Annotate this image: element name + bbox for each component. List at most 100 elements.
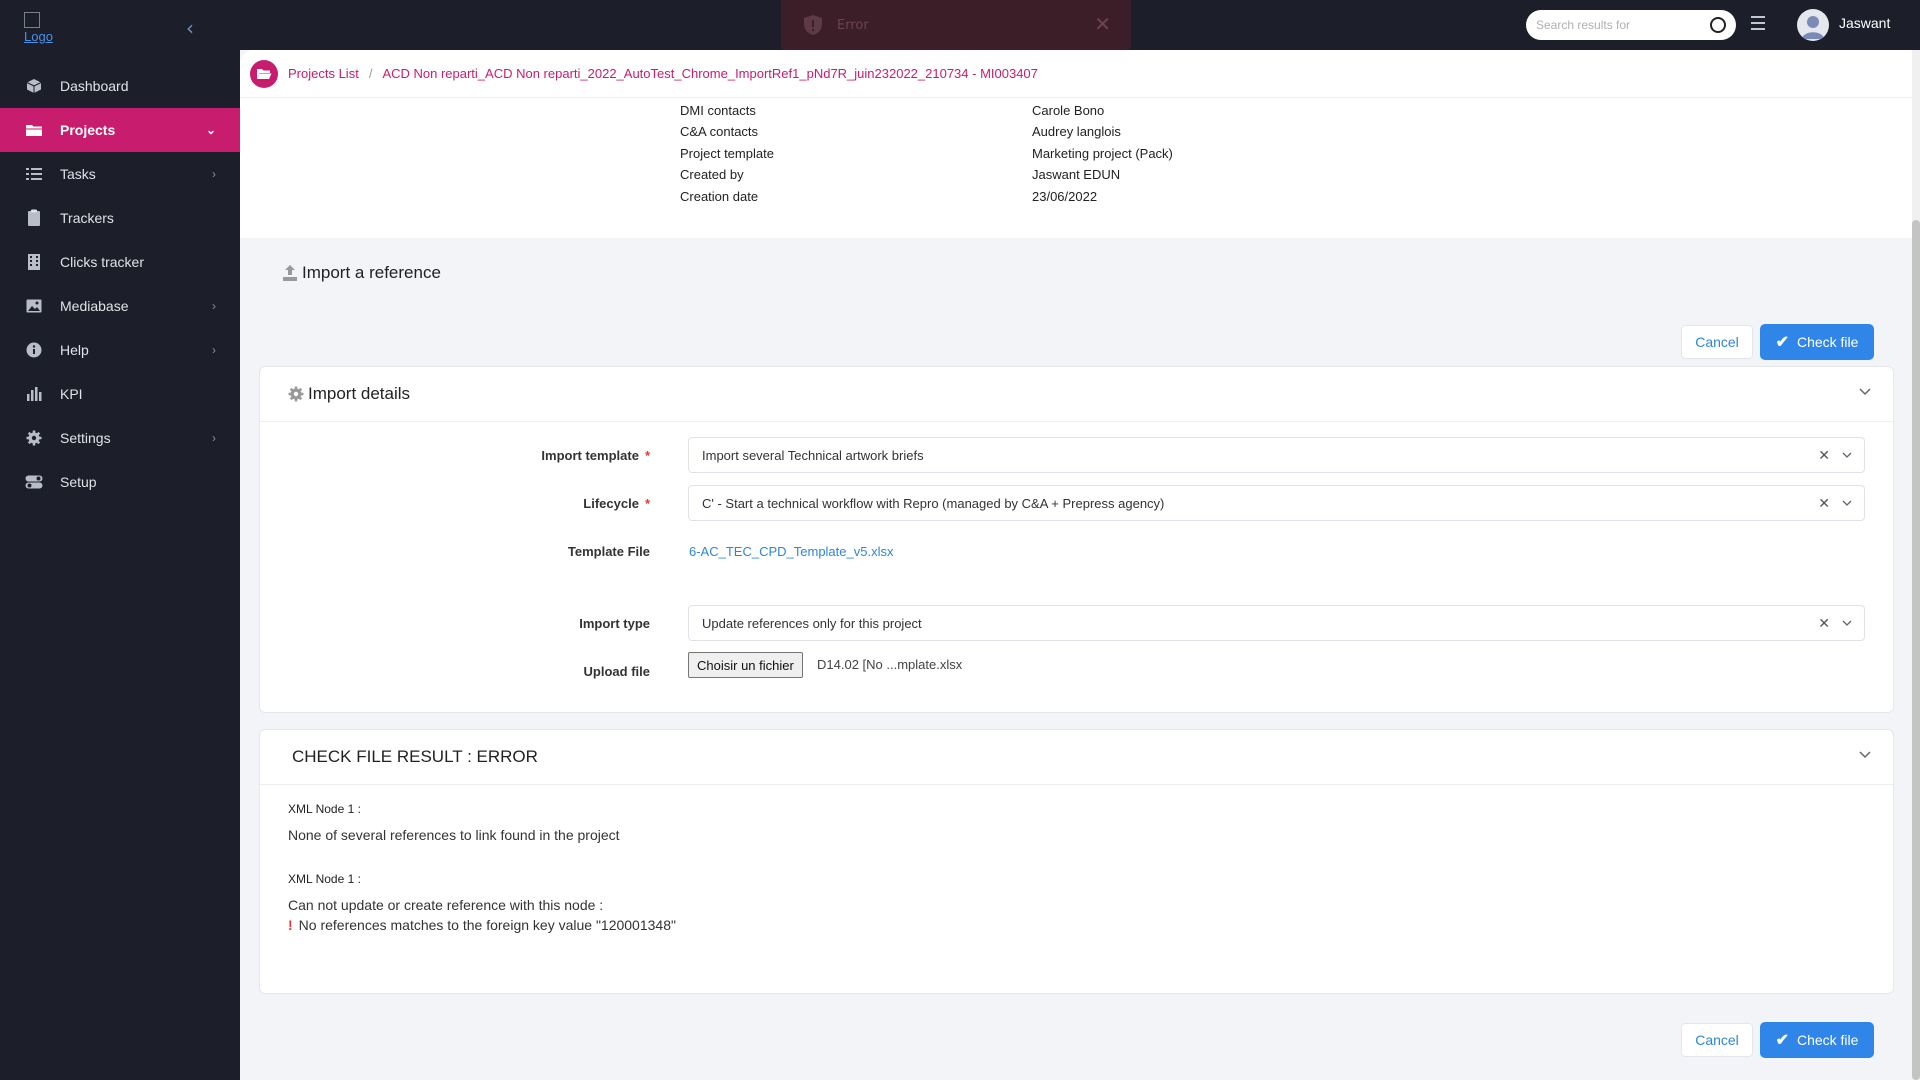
choose-file-button[interactable]: Choisir un fichier [688,652,803,678]
chevron-down-icon[interactable] [1842,498,1852,508]
sidebar-item-help[interactable]: Help › [0,328,240,372]
chevron-down-icon[interactable] [1842,450,1852,460]
sidebar-item-tasks[interactable]: Tasks › [0,152,240,196]
sidebar-item-setup[interactable]: Setup [0,460,240,504]
shield-icon [804,15,822,35]
error-detail-text: No references matches to the foreign key… [298,917,676,933]
xml-node-label: XML Node 1 : [288,802,361,816]
avatar[interactable] [1797,9,1829,41]
sidebar-item-settings[interactable]: Settings › [0,416,240,460]
info-key: Created by [680,167,744,182]
required-mark: * [644,448,650,463]
info-row-created-by: Created by Jaswant EDUN [680,167,1120,182]
menu-icon[interactable] [1751,16,1765,32]
list-icon [24,165,44,183]
image-icon [24,297,44,315]
gear-icon [24,429,44,447]
user-icon [1802,16,1824,39]
logo[interactable]: Logo [24,12,53,44]
info-value: Audrey langlois [1032,124,1121,139]
info-row-dmi-contacts: DMI contacts Carole Bono [680,103,1104,118]
error-toast[interactable]: Error ✕ [781,0,1131,50]
toast-text: Error [837,17,869,33]
breadcrumb: Projects List / ACD Non reparti_ACD Non … [240,50,1912,98]
check-file-result-title: CHECK FILE RESULT : ERROR [292,747,538,766]
scrollbar-thumb[interactable] [1912,220,1920,1080]
toggle-icon [24,473,44,491]
clear-icon[interactable]: ✕ [1818,615,1830,632]
import-type-label: Import type [579,616,650,631]
lifecycle-value: C' - Start a technical workflow with Rep… [702,495,1165,511]
info-key: C&A contacts [680,124,759,139]
folder-icon [24,121,44,139]
check-file-result-header[interactable]: CHECK FILE RESULT : ERROR [260,730,1893,785]
xml-node-message: Can not update or create reference with … [288,897,604,913]
sidebar-item-label: Settings [60,430,111,446]
search-input[interactable] [1536,18,1710,32]
check-file-button[interactable]: ✔ Check file [1760,324,1874,360]
bar-chart-icon [24,385,44,403]
import-template-label: Import template * [541,448,650,463]
clear-icon[interactable]: ✕ [1818,447,1830,464]
sidebar-item-label: Mediabase [60,298,129,314]
chevron-right-icon: › [212,431,216,445]
info-key: Project template [680,146,774,161]
exclamation-icon: ! [288,917,293,933]
check-file-label: Check file [1796,1032,1859,1048]
check-file-result-card: CHECK FILE RESULT : ERROR XML Node 1 : N… [259,729,1894,994]
upload-file-name: D14.02 [No ...mplate.xlsx [817,657,963,672]
collapse-sidebar-icon[interactable]: ‹ [186,16,194,40]
chevron-down-icon[interactable] [1859,748,1871,760]
clear-icon[interactable]: ✕ [1818,495,1830,512]
chevron-down-icon[interactable] [1842,618,1852,628]
project-info: DMI contacts Carole Bono C&A contacts Au… [240,98,1912,238]
logo-alt-text: Logo [24,29,53,44]
sidebar-item-kpi[interactable]: KPI [0,372,240,416]
breadcrumb-current-project[interactable]: ACD Non reparti_ACD Non reparti_2022_Aut… [382,66,1037,81]
chevron-down-icon[interactable] [1859,385,1871,397]
required-mark: * [644,496,650,511]
info-row-ca-contacts: C&A contacts Audrey langlois [680,124,1121,139]
import-details-header[interactable]: Import details [260,367,1893,422]
upload-icon [283,265,297,281]
import-type-value: Update references only for this project [702,615,922,631]
sidebar-item-dashboard[interactable]: Dashboard [0,64,240,108]
info-value: Marketing project (Pack) [1032,146,1173,161]
xml-node-error-detail: ! No references matches to the foreign ke… [288,917,676,933]
sidebar: Logo ‹ Dashboard Projects ⌄ Tasks › Trac… [0,0,240,1080]
chevron-right-icon: › [212,343,216,357]
import-template-select[interactable]: Import several Technical artwork briefs … [688,437,1865,473]
sidebar-item-mediabase[interactable]: Mediabase › [0,284,240,328]
sidebar-item-label: Trackers [60,210,114,226]
folder-open-icon [250,59,278,88]
info-value: 23/06/2022 [1032,189,1098,204]
building-icon [24,253,44,271]
sidebar-nav: Dashboard Projects ⌄ Tasks › Trackers Cl… [0,64,240,504]
search-box[interactable] [1526,10,1736,40]
cancel-button[interactable]: Cancel [1681,325,1753,359]
sidebar-item-label: Tasks [60,166,96,182]
lifecycle-label-text: Lifecycle [583,496,639,511]
import-template-label-text: Import template [541,448,639,463]
breadcrumb-separator: / [368,66,373,81]
xml-node-label: XML Node 1 : [288,872,361,886]
username[interactable]: Jaswant [1839,15,1890,31]
search-icon[interactable] [1710,17,1726,33]
sidebar-item-label: KPI [60,386,83,402]
template-file-link[interactable]: 6-AC_TEC_CPD_Template_v5.xlsx [689,544,893,559]
gear-icon [288,386,304,402]
info-key: Creation date [680,189,759,204]
breadcrumb-projects-list[interactable]: Projects List [288,66,359,81]
sidebar-item-projects[interactable]: Projects ⌄ [0,108,240,152]
lifecycle-label: Lifecycle * [583,496,650,511]
info-icon [24,341,44,359]
sidebar-item-trackers[interactable]: Trackers [0,196,240,240]
check-file-button-bottom[interactable]: ✔ Check file [1760,1022,1874,1058]
info-row-project-template: Project template Marketing project (Pack… [680,146,1173,161]
close-icon[interactable]: ✕ [1094,12,1111,36]
lifecycle-select[interactable]: C' - Start a technical workflow with Rep… [688,485,1865,521]
import-type-select[interactable]: Update references only for this project … [688,605,1865,641]
sidebar-item-clicks-tracker[interactable]: Clicks tracker [0,240,240,284]
upload-file-label: Upload file [583,664,650,679]
cancel-button-bottom[interactable]: Cancel [1681,1023,1753,1057]
